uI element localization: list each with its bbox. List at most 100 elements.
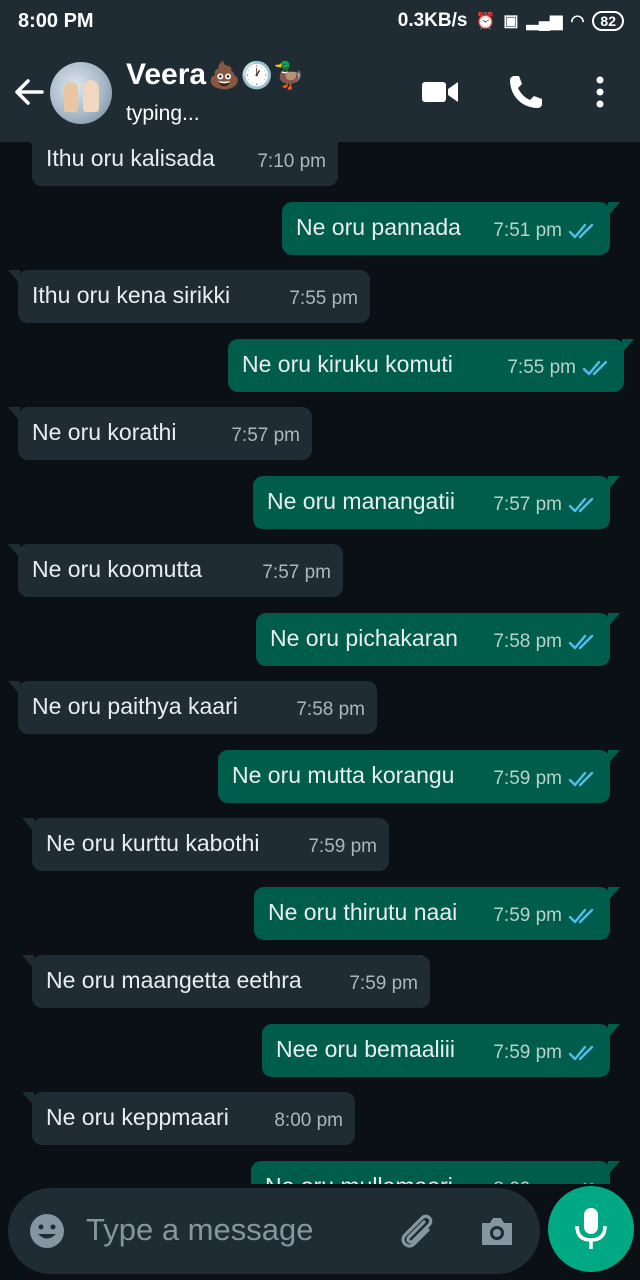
message-text: Ne oru kiruku komuti xyxy=(242,350,453,377)
voice-call-icon[interactable] xyxy=(504,70,548,114)
battery-icon: 82 xyxy=(592,11,624,31)
avatar-figure xyxy=(64,82,78,112)
message-meta: 7:55 pm xyxy=(507,357,612,379)
avatar-figure xyxy=(83,80,99,112)
emoji-icon[interactable] xyxy=(28,1212,66,1250)
outgoing-message[interactable]: Nee oru bemaaliii 7:59 pm xyxy=(262,1023,620,1077)
message-time: 7:57 pm xyxy=(231,425,300,446)
read-receipt-icon xyxy=(568,771,594,786)
message-time: 7:59 pm xyxy=(493,1041,562,1063)
bubble-tail xyxy=(8,681,20,695)
contact-avatar[interactable] xyxy=(50,62,112,124)
incoming-message[interactable]: Ne oru kurttu kabothi 7:59 pm xyxy=(22,818,389,871)
bubble-tail xyxy=(608,612,620,627)
incoming-message[interactable]: Ithu oru kalisada 7:10 pm xyxy=(22,142,338,186)
attach-icon[interactable] xyxy=(396,1210,436,1252)
incoming-message[interactable]: Ne oru keppmaari 8:00 pm xyxy=(22,1092,355,1145)
message-meta: 8:00 pm xyxy=(493,1179,598,1185)
bubble-tail xyxy=(622,338,634,353)
bubble-tail xyxy=(8,407,20,421)
bubble-tail xyxy=(22,955,34,969)
camera-icon[interactable] xyxy=(478,1212,516,1250)
read-receipt-icon xyxy=(568,634,594,649)
message-meta: 7:59 pm xyxy=(349,973,418,995)
message-text: Ithu oru kalisada xyxy=(46,145,215,171)
message-text: Ne oru korathi xyxy=(32,419,177,445)
message-meta: 7:51 pm xyxy=(493,220,598,242)
outgoing-message[interactable]: Ne oru mutta korangu 7:59 pm xyxy=(218,749,620,803)
message-text: Ne oru koomutta xyxy=(32,556,203,582)
message-text: Ne oru mullamaari xyxy=(265,1173,453,1185)
message-list[interactable]: Ithu oru kalisada 7:10 pm Ne oru pannada 7:… xyxy=(0,142,640,1184)
read-receipt-icon xyxy=(568,1045,594,1060)
message-meta: 7:59 pm xyxy=(493,1042,598,1064)
message-meta: 7:58 pm xyxy=(296,699,365,721)
message-time: 7:58 pm xyxy=(296,699,365,720)
bubble-tail xyxy=(608,1023,620,1038)
message-meta: 8:00 pm xyxy=(274,1110,343,1132)
outgoing-message[interactable]: Ne oru manangatii 7:57 pm xyxy=(253,475,620,529)
message-text: Ne oru manangatii xyxy=(267,487,455,514)
message-text: Ne oru keppmaari xyxy=(46,1104,229,1130)
message-time: 7:51 pm xyxy=(493,219,562,241)
chat-header: Veera💩🕐🦆 typing... xyxy=(0,42,640,142)
wifi-icon: ◠ xyxy=(570,13,585,30)
message-input[interactable]: Type a message xyxy=(86,1212,313,1248)
message-time: 7:59 pm xyxy=(308,836,377,857)
outgoing-message[interactable]: Ne oru thirutu naai 7:59 pm xyxy=(254,886,620,940)
incoming-message[interactable]: Ithu oru kena sirikki 7:55 pm xyxy=(8,270,370,323)
status-icons: 0.3KB/s ⏰ ▣ ▂▄▆ ◠ 82 xyxy=(398,10,624,32)
message-time: 7:57 pm xyxy=(493,493,562,515)
volte-icon: ▣ xyxy=(503,13,519,30)
message-meta: 7:57 pm xyxy=(231,425,300,447)
message-meta: 7:59 pm xyxy=(308,836,377,858)
message-time: 7:59 pm xyxy=(493,904,562,926)
message-time: 8:00 pm xyxy=(493,1179,562,1185)
incoming-message[interactable]: Ne oru maangetta eethra 7:59 pm xyxy=(22,955,430,1008)
read-receipt-icon xyxy=(568,497,594,512)
bubble-tail xyxy=(608,1160,620,1175)
message-text: Ne oru paithya kaari xyxy=(32,693,238,719)
read-receipt-icon xyxy=(583,1182,594,1184)
bubble-tail xyxy=(22,142,34,147)
video-call-icon[interactable] xyxy=(418,70,462,114)
message-time: 7:55 pm xyxy=(507,356,576,378)
message-meta: 7:57 pm xyxy=(262,562,331,584)
incoming-message[interactable]: Ne oru paithya kaari 7:58 pm xyxy=(8,681,377,734)
outgoing-message[interactable]: Ne oru mullamaari 8:00 pm xyxy=(251,1160,620,1185)
contact-name[interactable]: Veera💩🕐🦆 xyxy=(126,58,305,92)
incoming-message[interactable]: Ne oru korathi 7:57 pm xyxy=(8,407,312,460)
status-bar: 8:00 PM 0.3KB/s ⏰ ▣ ▂▄▆ ◠ 82 xyxy=(0,0,640,42)
bubble-tail xyxy=(608,886,620,901)
message-text: Ne oru pannada xyxy=(296,213,461,240)
message-text: Ne oru maangetta eethra xyxy=(46,967,302,993)
outgoing-message[interactable]: Ne oru kiruku komuti 7:55 pm xyxy=(228,338,634,392)
outgoing-message[interactable]: Ne oru pichakaran 7:58 pm xyxy=(256,612,620,666)
signal-icon: ▂▄▆ xyxy=(526,13,563,30)
mic-icon xyxy=(575,1208,607,1249)
contact-status: typing... xyxy=(126,102,200,125)
more-options-icon[interactable] xyxy=(578,70,622,114)
message-time: 7:55 pm xyxy=(289,288,358,309)
message-meta: 7:57 pm xyxy=(493,494,598,516)
bubble-tail xyxy=(8,544,20,558)
outgoing-message[interactable]: Ne oru pannada 7:51 pm xyxy=(282,201,620,255)
message-meta: 7:58 pm xyxy=(493,631,598,653)
bubble-tail xyxy=(608,749,620,764)
back-arrow-icon[interactable] xyxy=(12,72,46,112)
message-time: 7:58 pm xyxy=(493,630,562,652)
message-composer[interactable]: Type a message xyxy=(8,1188,540,1274)
read-receipt-icon xyxy=(568,908,594,923)
alarm-icon: ⏰ xyxy=(475,13,496,30)
status-time: 8:00 PM xyxy=(18,10,94,32)
message-meta: 7:55 pm xyxy=(289,288,358,310)
message-text: Ne oru mutta korangu xyxy=(232,761,455,788)
incoming-message[interactable]: Ne oru koomutta 7:57 pm xyxy=(8,544,343,597)
message-time: 7:59 pm xyxy=(493,767,562,789)
contact-name-text: Veera xyxy=(126,58,207,91)
bubble-tail xyxy=(22,1092,34,1106)
contact-name-emojis: 💩🕐🦆 xyxy=(208,60,306,90)
bubble-tail xyxy=(608,475,620,490)
message-meta: 7:10 pm xyxy=(257,151,326,173)
mic-button[interactable] xyxy=(548,1186,634,1272)
